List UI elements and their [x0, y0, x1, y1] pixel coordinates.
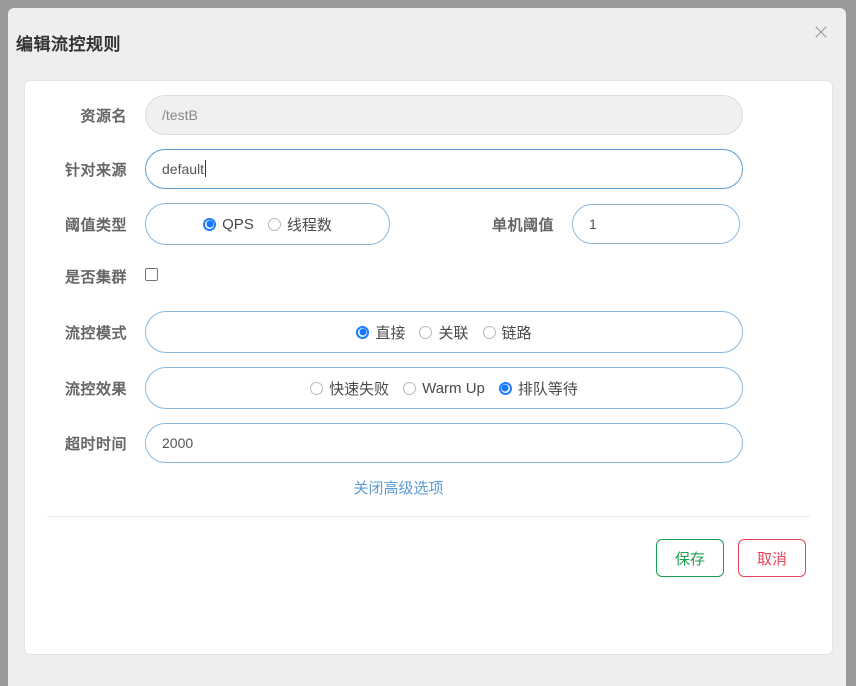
flow-effect-option-warm-up-label: Warm Up [422, 379, 485, 397]
threshold-type-option-qps-label: QPS [222, 215, 254, 233]
threshold-type-option-qps[interactable]: QPS [203, 216, 254, 233]
radio-selected-icon [203, 217, 217, 231]
flow-mode-label: 流控模式 [64, 324, 127, 342]
form-row-threshold: 阈值类型 QPS 线程数 单机阈值 1 [25, 203, 832, 245]
flow-mode-option-relate[interactable]: 关联 [419, 322, 469, 343]
dialog-title: 编辑流控规则 [16, 35, 121, 54]
threshold-type-radio-group: QPS 线程数 [145, 203, 390, 245]
flow-effect-radio-group: 快速失败 Warm Up 排队等待 [145, 367, 743, 409]
threshold-type-option-threads-label: 线程数 [286, 216, 332, 234]
origin-field: default [145, 149, 743, 189]
form-row-flow-mode: 流控模式 直接 关联 链路 [25, 311, 832, 353]
flow-mode-option-direct-label: 直接 [375, 324, 406, 342]
single-threshold-label: 单机阈值 [491, 216, 554, 234]
radio-unselected-icon [403, 381, 417, 395]
threshold-type-field: QPS 线程数 [145, 203, 390, 245]
cluster-field [145, 268, 158, 284]
text-caret [205, 160, 207, 177]
single-threshold-input[interactable]: 1 [572, 204, 740, 244]
resource-field: /testB [145, 95, 743, 135]
radio-selected-icon [498, 381, 512, 395]
flow-mode-option-direct[interactable]: 直接 [356, 322, 405, 343]
flow-mode-option-chain-label: 链路 [501, 324, 532, 342]
flow-mode-radio-group: 直接 关联 链路 [145, 311, 743, 353]
flow-mode-option-relate-label: 关联 [438, 324, 469, 342]
cluster-label: 是否集群 [64, 268, 127, 286]
radio-unselected-icon [267, 217, 281, 231]
flow-rule-form: 资源名 /testB 针对来源 default 阈值类型 QPS 线程数 单机阈… [25, 81, 832, 577]
dialog-header: 编辑流控规则 × [8, 8, 846, 80]
radio-selected-icon [356, 325, 370, 339]
form-row-timeout: 超时时间 2000 [25, 423, 832, 463]
dialog-footer: 保存 取消 [25, 517, 832, 577]
toggle-advanced-options-link[interactable]: 关闭高级选项 [353, 480, 443, 497]
form-row-flow-effect: 流控效果 快速失败 Warm Up 排队等待 [25, 367, 832, 409]
save-button[interactable]: 保存 [655, 539, 724, 577]
origin-label: 针对来源 [64, 161, 127, 179]
radio-unselected-icon [310, 381, 324, 395]
single-threshold-field: 1 [572, 204, 740, 244]
advanced-options-row: 关闭高级选项 [25, 477, 832, 498]
origin-input[interactable]: default [145, 149, 743, 189]
resource-input: /testB [145, 95, 743, 135]
dialog-body-card: 资源名 /testB 针对来源 default 阈值类型 QPS 线程数 单机阈… [24, 80, 833, 655]
flow-mode-option-chain[interactable]: 链路 [482, 322, 532, 343]
cluster-checkbox[interactable] [145, 268, 158, 281]
flow-effect-field: 快速失败 Warm Up 排队等待 [145, 367, 743, 409]
timeout-field: 2000 [145, 423, 743, 463]
edit-flow-rule-dialog: 编辑流控规则 × 资源名 /testB 针对来源 default 阈值类型 QP… [8, 8, 846, 686]
timeout-input[interactable]: 2000 [145, 423, 743, 463]
close-icon[interactable]: × [808, 20, 834, 46]
form-row-cluster: 是否集群 [25, 259, 832, 293]
form-row-origin: 针对来源 default [25, 149, 832, 189]
resource-label: 资源名 [80, 107, 127, 125]
timeout-label: 超时时间 [64, 435, 127, 453]
radio-unselected-icon [482, 325, 496, 339]
origin-input-value: default [162, 161, 205, 177]
form-row-resource: 资源名 /testB [25, 95, 832, 135]
threshold-type-option-threads[interactable]: 线程数 [267, 214, 332, 235]
flow-effect-option-queue[interactable]: 排队等待 [498, 378, 578, 399]
flow-effect-option-fail-fast-label: 快速失败 [329, 380, 390, 398]
flow-effect-option-warm-up[interactable]: Warm Up [403, 380, 485, 397]
flow-mode-field: 直接 关联 链路 [145, 311, 743, 353]
radio-unselected-icon [419, 325, 433, 339]
flow-effect-option-fail-fast[interactable]: 快速失败 [310, 378, 389, 399]
threshold-type-label: 阈值类型 [64, 216, 127, 234]
flow-effect-label: 流控效果 [64, 380, 127, 398]
cancel-button[interactable]: 取消 [737, 539, 806, 577]
flow-effect-option-queue-label: 排队等待 [517, 380, 578, 398]
